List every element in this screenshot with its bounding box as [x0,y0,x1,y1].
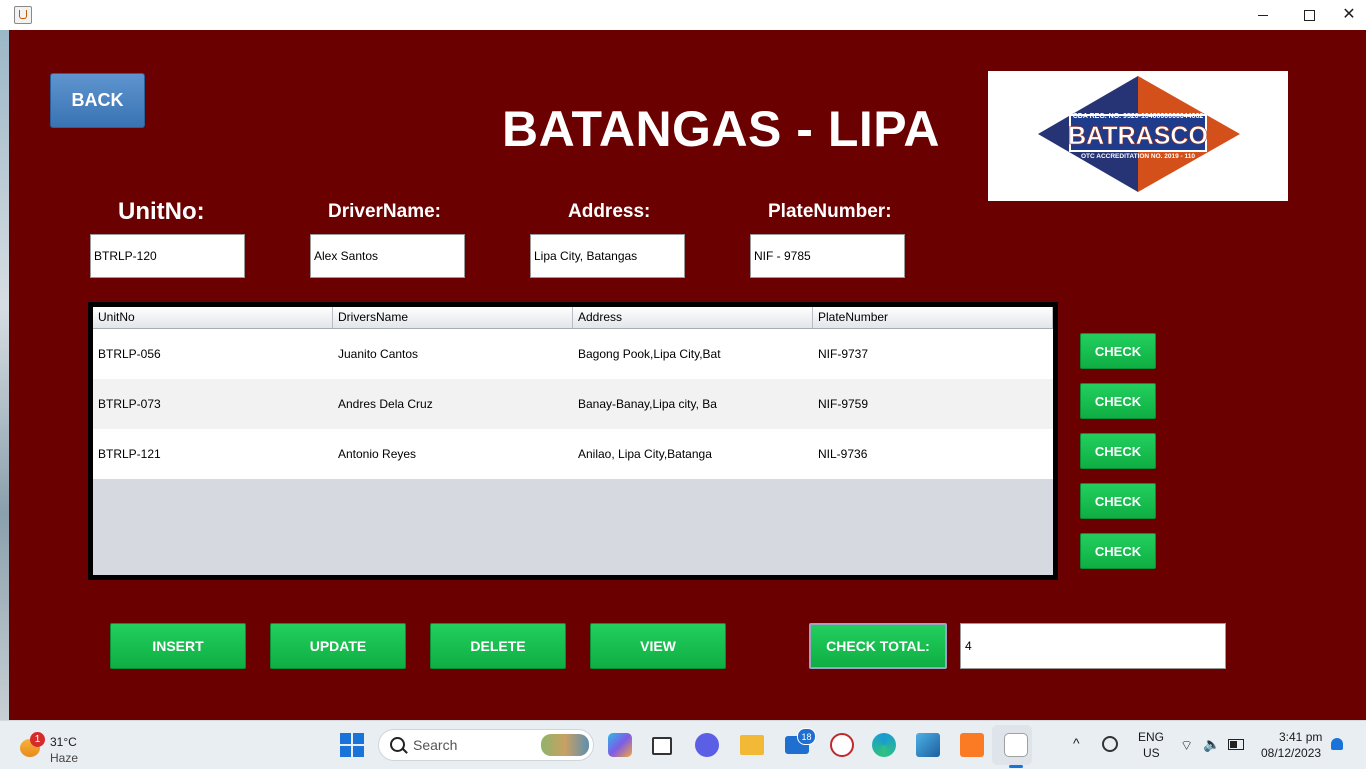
address-input[interactable] [530,234,685,278]
table-cell: BTRLP-073 [98,397,161,411]
maximize-icon [1303,9,1315,21]
update-button[interactable]: UPDATE [270,623,406,669]
search-highlight-image [541,734,589,756]
batrasco-logo: CDA REG. NO. 9520-1040000000044662 BATRA… [988,71,1288,201]
input-region[interactable]: US [1143,746,1160,760]
table-row[interactable]: BTRLP-073 Andres Dela Cruz Banay-Banay,L… [93,379,1053,429]
table-row[interactable]: BTRLP-121 Antonio Reyes Anilao, Lipa Cit… [93,429,1053,479]
tray-overflow-icon[interactable]: ^ [1073,735,1080,751]
desktop-background-strip [0,30,9,720]
edge-icon[interactable] [872,733,896,757]
table-cell: BTRLP-056 [98,347,161,361]
check-button-4[interactable]: CHECK [1080,483,1156,519]
route-title: BATANGAS - LIPA [502,101,941,157]
taskbar: 1 31°C Haze Search 18 ^ ENG US ⌔ 🔈 3:41 … [0,720,1366,769]
back-button[interactable]: BACK [50,73,145,128]
table-cell: NIF-9759 [818,397,869,411]
table-cell: Banay-Banay,Lipa city, Ba [578,397,717,411]
minimize-button[interactable] [1240,0,1286,30]
mail-badge: 18 [797,728,816,745]
task-view-icon[interactable] [652,737,672,755]
table-cell: Antonio Reyes [338,447,417,461]
delete-button[interactable]: DELETE [430,623,566,669]
weather-condition: Haze [50,751,79,765]
records-table-frame: UnitNo DriversName Address PlateNumber B… [88,302,1058,580]
java-icon[interactable] [1004,733,1028,757]
weather-temperature: 31°C [50,735,77,749]
battery-icon[interactable] [1228,739,1244,750]
taskbar-search[interactable]: Search [378,729,594,761]
copilot-icon[interactable] [608,733,632,757]
file-explorer-icon[interactable] [740,735,764,755]
table-cell: NIF-9737 [818,347,869,361]
weather-widget[interactable]: 1 31°C Haze [16,729,126,765]
search-placeholder: Search [413,737,458,753]
check-button-1[interactable]: CHECK [1080,333,1156,369]
volume-icon[interactable]: 🔈 [1203,736,1220,753]
table-cell: Andres Dela Cruz [338,397,433,411]
unitno-input[interactable] [90,234,245,278]
windows-start-icon[interactable] [340,733,364,757]
table-cell: Bagong Pook,Lipa City,Bat [578,347,721,361]
unitno-label: UnitNo: [118,198,205,225]
column-header-address[interactable]: Address [573,307,813,328]
java-app-icon [14,6,32,24]
column-header-driversname[interactable]: DriversName [333,307,573,328]
weather-badge: 1 [30,732,45,747]
column-header-unitno[interactable]: UnitNo [93,307,333,328]
column-header-platenumber[interactable]: PlateNumber [813,307,1053,328]
minimize-icon [1258,14,1268,16]
check-total-input[interactable] [960,623,1226,669]
close-button[interactable]: ✕ [1332,0,1366,30]
search-icon [390,737,405,752]
table-cell: NIL-9736 [818,447,868,461]
check-total-button[interactable]: CHECK TOTAL: [809,623,947,669]
clock-date[interactable]: 08/12/2023 [1261,746,1321,760]
batrasco-logo-graphic: CDA REG. NO. 9520-1040000000044662 BATRA… [1038,76,1240,192]
drivername-input[interactable] [310,234,465,278]
xampp-icon[interactable] [960,733,984,757]
logo-reg-line: CDA REG. NO. 9520-1040000000044662 [1073,113,1204,120]
close-icon: ✕ [1342,6,1356,23]
table-row[interactable]: BTRLP-056 Juanito Cantos Bagong Pook,Lip… [93,329,1053,379]
platenumber-input[interactable] [750,234,905,278]
maximize-button[interactable] [1286,0,1332,30]
clock-time[interactable]: 3:41 pm [1279,730,1322,744]
sync-icon[interactable] [1102,736,1118,752]
table-cell: Anilao, Lipa City,Batanga [578,447,712,461]
check-button-3[interactable]: CHECK [1080,433,1156,469]
window-titlebar: ✕ [0,0,1366,30]
address-label: Address: [568,201,651,222]
logo-accreditation: OTC ACCREDITATION NO. 2019 - 110 [1081,153,1195,160]
insert-button[interactable]: INSERT [110,623,246,669]
table-cell: BTRLP-121 [98,447,161,461]
drivername-label: DriverName: [328,201,441,222]
notification-bell-icon[interactable] [1331,738,1343,750]
shield-app-icon[interactable] [830,733,854,757]
records-table[interactable]: UnitNo DriversName Address PlateNumber B… [93,307,1053,575]
view-button[interactable]: VIEW [590,623,726,669]
chat-icon[interactable] [695,733,719,757]
table-header: UnitNo DriversName Address PlateNumber [93,307,1053,329]
platenumber-label: PlateNumber: [768,201,892,222]
table-cell: Juanito Cantos [338,347,419,361]
check-button-5[interactable]: CHECK [1080,533,1156,569]
input-language[interactable]: ENG [1138,730,1164,744]
check-button-2[interactable]: CHECK [1080,383,1156,419]
logo-text: BATRASCO [1068,122,1208,150]
virtualbox-icon[interactable] [916,733,940,757]
wifi-icon[interactable]: ⌔ [1180,737,1193,755]
